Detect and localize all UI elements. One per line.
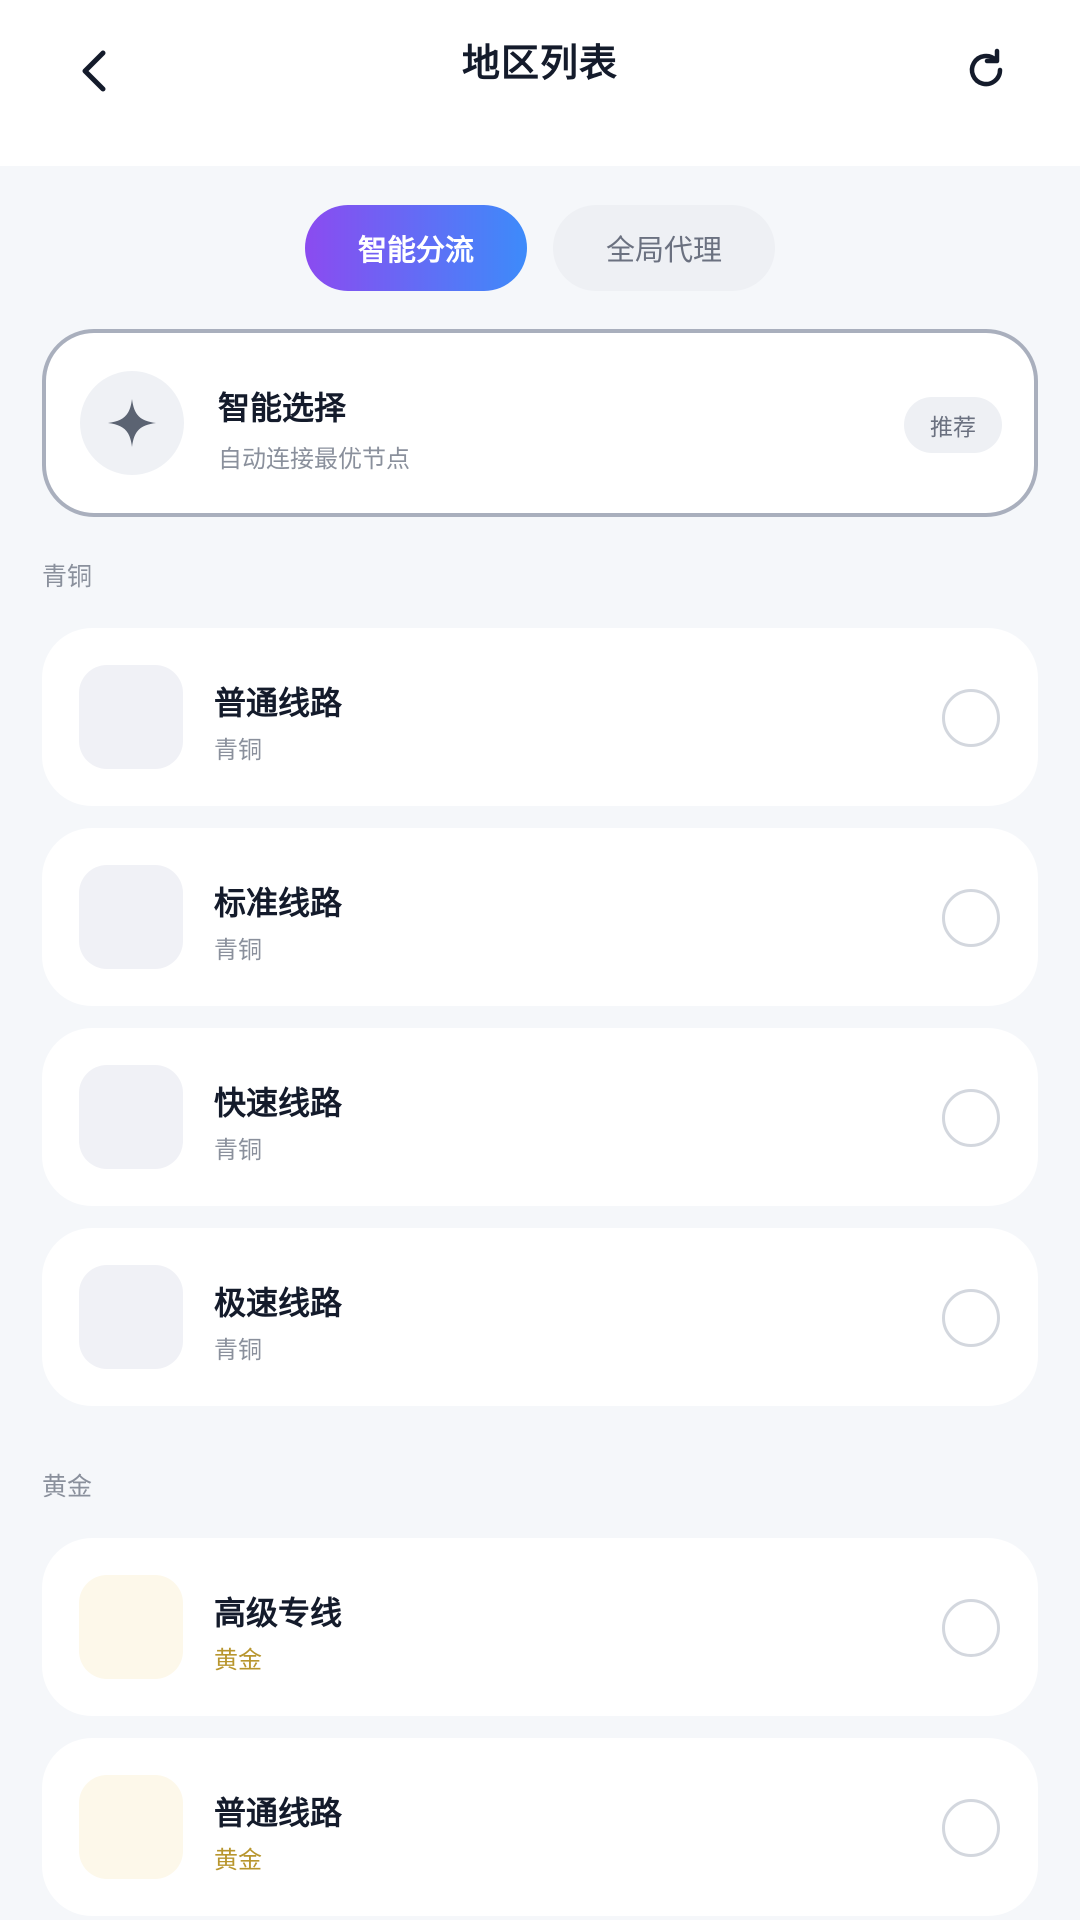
server-item[interactable]: 标准线路 青铜 [42, 828, 1038, 1006]
server-item[interactable]: 快速线路 青铜 [42, 1028, 1038, 1206]
server-title: 快速线路 [214, 1084, 343, 1122]
server-tier: 黄金 [214, 1646, 262, 1674]
server-title: 普通线路 [214, 684, 343, 722]
server-tier: 青铜 [214, 1336, 262, 1364]
server-icon [79, 665, 183, 769]
select-radio[interactable] [942, 1599, 1000, 1657]
refresh-button[interactable] [960, 44, 1012, 96]
server-item[interactable]: 极速线路 青铜 [42, 1228, 1038, 1406]
mode-tabs: 智能分流 全局代理 [305, 205, 775, 291]
select-radio[interactable] [942, 1089, 1000, 1147]
page-title: 地区列表 [461, 41, 618, 85]
top-bar: 地区列表 [0, 0, 1080, 166]
server-item[interactable]: 普通线路 青铜 [42, 628, 1038, 806]
smart-select-subtitle: 自动连接最优节点 [218, 445, 410, 473]
smart-select-card[interactable]: 智能选择 自动连接最优节点 推荐 [42, 329, 1038, 517]
select-radio[interactable] [942, 1799, 1000, 1857]
select-radio[interactable] [942, 889, 1000, 947]
section-label-gold: 黄金 [42, 1472, 93, 1501]
smart-select-title: 智能选择 [218, 389, 347, 427]
recommended-badge: 推荐 [904, 397, 1002, 453]
server-icon [79, 865, 183, 969]
server-title: 极速线路 [214, 1284, 343, 1322]
tab-global-proxy[interactable]: 全局代理 [553, 205, 775, 291]
server-title: 普通线路 [214, 1794, 343, 1832]
server-item[interactable]: 普通线路 黄金 [42, 1738, 1038, 1916]
sparkle-icon [80, 371, 184, 475]
select-radio[interactable] [942, 689, 1000, 747]
server-icon [79, 1575, 183, 1679]
section-label-bronze: 青铜 [42, 562, 93, 591]
server-icon [79, 1775, 183, 1879]
server-tier: 青铜 [214, 1136, 262, 1164]
server-icon [79, 1065, 183, 1169]
server-title: 高级专线 [214, 1594, 343, 1632]
select-radio[interactable] [942, 1289, 1000, 1347]
server-icon [79, 1265, 183, 1369]
server-tier: 青铜 [214, 736, 262, 764]
server-tier: 黄金 [214, 1846, 262, 1874]
server-title: 标准线路 [214, 884, 343, 922]
tab-smart-routing[interactable]: 智能分流 [305, 205, 527, 291]
server-tier: 青铜 [214, 936, 262, 964]
refresh-icon [969, 48, 1003, 87]
server-item[interactable]: 高级专线 黄金 [42, 1538, 1038, 1716]
